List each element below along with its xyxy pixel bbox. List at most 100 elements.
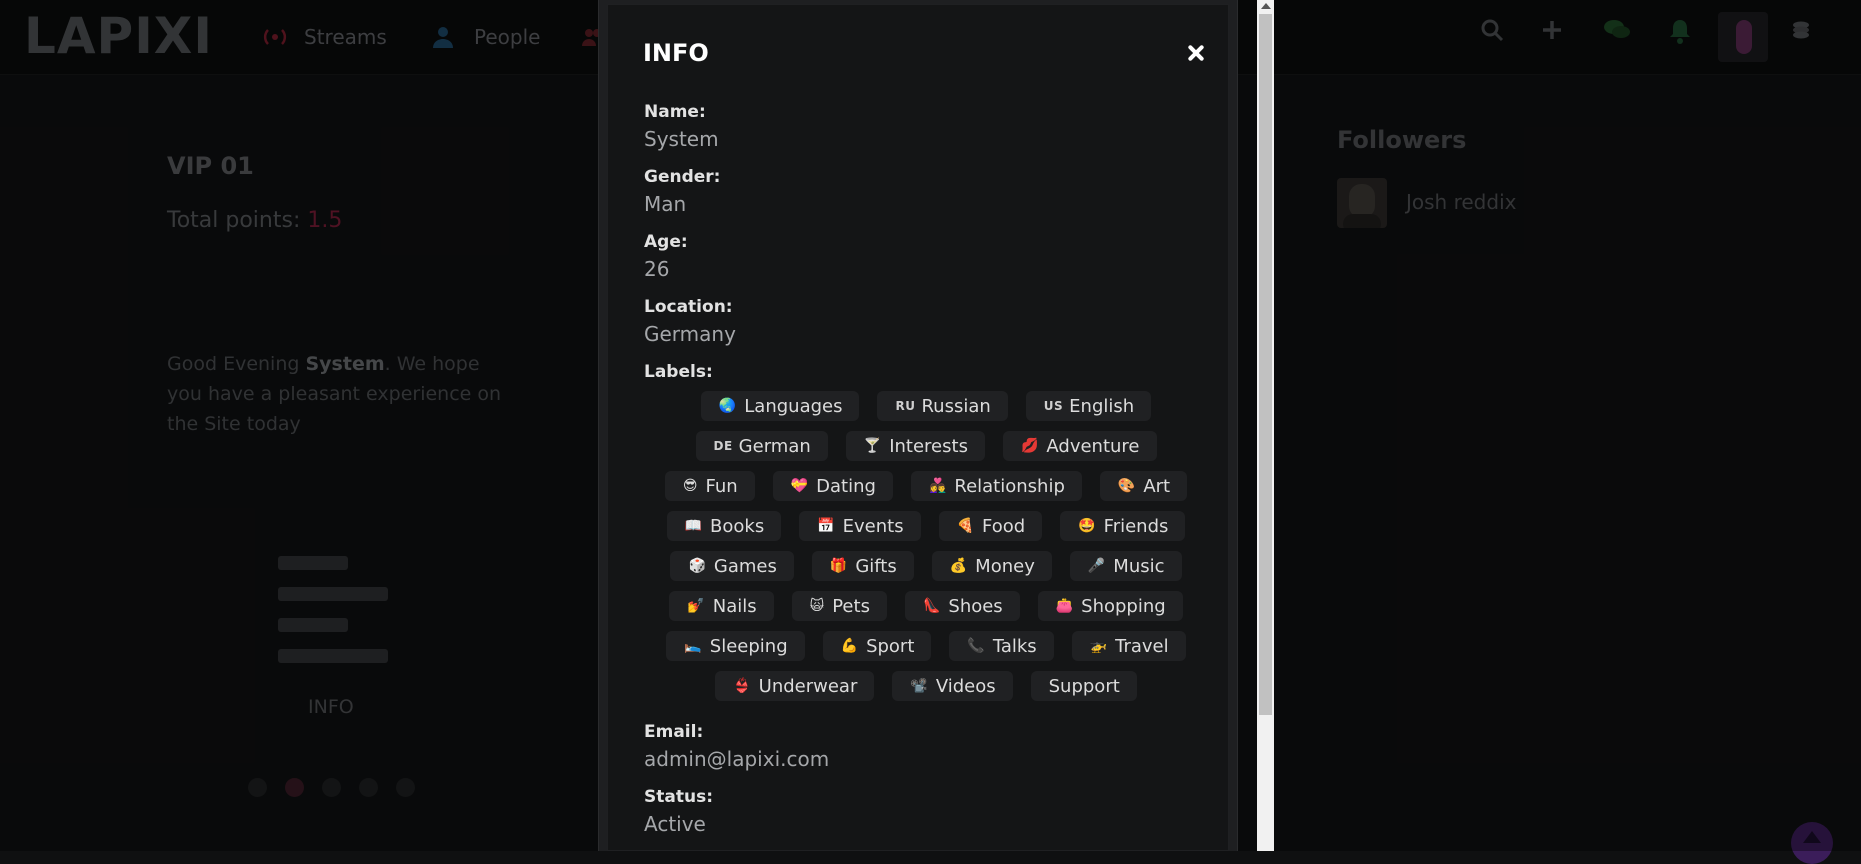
label-icon: 📅 [817, 518, 835, 534]
points-label: Total points: [167, 208, 301, 233]
field-label: Name: [644, 102, 706, 122]
label-icon: 🤩 [1078, 518, 1096, 534]
profile-avatar[interactable] [1718, 12, 1768, 62]
label-chip[interactable]: 😎 Fun [664, 471, 755, 501]
label-chip[interactable]: 🍸 Interests [845, 431, 985, 461]
label-chip[interactable]: 💪 Sport [822, 631, 932, 661]
carousel-dot[interactable] [396, 778, 415, 797]
label-icon: 📽️ [910, 678, 928, 694]
label-icon: 🎨 [1117, 478, 1136, 494]
label-icon: 👛 [1055, 598, 1074, 614]
label-text: Travel [1115, 635, 1169, 657]
label-chip[interactable]: 📞 Talks [949, 631, 1054, 661]
chat-icon[interactable] [1603, 18, 1631, 46]
follower-avatar[interactable] [1337, 178, 1387, 228]
label-chip[interactable]: 🎁 Gifts [811, 551, 914, 581]
label-chip[interactable]: RU Russian [877, 391, 1008, 421]
label-icon: 🎁 [829, 558, 848, 574]
carousel-dot[interactable] [359, 778, 378, 797]
label-icon: 👩‍❤️‍👨 [928, 478, 947, 494]
label-chip[interactable]: 💅 Nails [669, 591, 774, 621]
carousel-dot[interactable] [248, 778, 267, 797]
greeting-pre: Good Evening [167, 353, 306, 375]
carousel-dot-active[interactable] [285, 778, 304, 797]
label-text: Food [982, 515, 1026, 537]
label-icon: 💋 [1020, 438, 1039, 454]
label-chip[interactable]: US English [1025, 391, 1152, 421]
nav-streams[interactable]: Streams [262, 20, 387, 54]
label-text: Events [842, 515, 904, 537]
label-chip[interactable]: 📅 Events [799, 511, 921, 541]
label-icon: 🎲 [688, 558, 706, 574]
label-text: Videos [935, 675, 996, 697]
modal-title: INFO [643, 39, 709, 67]
label-text: Languages [744, 395, 843, 417]
greeting-text: Good Evening System. We hope you have a … [167, 349, 517, 439]
label-icon: 👠 [922, 598, 941, 614]
label-chip[interactable]: 👠 Shoes [904, 591, 1020, 621]
field-name: Name: System [644, 101, 719, 153]
label-chip[interactable]: 💋 Adventure [1002, 431, 1157, 461]
person-icon [432, 26, 458, 48]
label-text: English [1069, 395, 1135, 417]
page-scrollbar[interactable] [1257, 0, 1274, 851]
label-icon: 👙 [733, 678, 751, 694]
label-chip[interactable]: 🎲 Games [670, 551, 794, 581]
carousel-dot[interactable] [322, 778, 341, 797]
label-chip[interactable]: 📖 Books [666, 511, 782, 541]
label-text: Friends [1103, 515, 1169, 537]
label-chip[interactable]: 👩‍❤️‍👨 Relationship [910, 471, 1082, 501]
field-value: Active [644, 812, 706, 836]
scrollbar-thumb[interactable] [1259, 14, 1272, 715]
field-label: Age: [644, 232, 688, 252]
label-chip[interactable]: 💰 Money [931, 551, 1052, 581]
label-text: Gifts [855, 555, 897, 577]
coins-icon[interactable] [1789, 18, 1817, 46]
label-chip[interactable]: 🚁 Travel [1071, 631, 1186, 661]
info-menu-icon[interactable] [278, 556, 388, 680]
label-text: Dating [816, 475, 876, 497]
info-menu-label[interactable]: INFO [308, 696, 354, 718]
field-label: Gender: [644, 167, 721, 187]
label-chip[interactable]: 🤩 Friends [1060, 511, 1186, 541]
search-icon[interactable] [1480, 18, 1508, 46]
label-chip[interactable]: DE German [695, 431, 828, 461]
label-chip[interactable]: Support [1030, 671, 1137, 701]
label-icon: 🍕 [956, 518, 975, 534]
label-chip[interactable]: 👙 Underwear [715, 671, 875, 701]
total-points: Total points: 1.5 [167, 208, 342, 233]
scroll-to-top-button[interactable] [1791, 822, 1833, 864]
label-icon: 🙀 [809, 598, 825, 614]
field-label: Labels: [644, 362, 713, 382]
label-chip[interactable]: 🌏 Languages [700, 391, 860, 421]
label-text: Games [713, 555, 777, 577]
label-icon: 🚁 [1089, 638, 1108, 654]
label-chip[interactable]: 🍕 Food [938, 511, 1043, 541]
nav-people[interactable]: People [432, 20, 540, 54]
lapixi-logo[interactable]: LAPIXI [24, 8, 213, 64]
bell-icon[interactable] [1668, 18, 1696, 46]
close-button[interactable] [1184, 41, 1208, 65]
label-chip[interactable]: 📽️ Videos [892, 671, 1013, 701]
scroll-up-arrow-icon[interactable] [1261, 3, 1271, 9]
follower-name[interactable]: Josh reddix [1406, 190, 1516, 214]
label-chip[interactable]: 🎨 Art [1099, 471, 1188, 501]
label-icon: 💝 [790, 478, 809, 494]
label-text: Russian [921, 395, 991, 417]
label-chip[interactable]: 👛 Shopping [1037, 591, 1183, 621]
field-label: Email: [644, 722, 704, 742]
field-label: Status: [644, 787, 713, 807]
label-icon: 💰 [949, 558, 968, 574]
label-text: Pets [832, 595, 870, 617]
label-text: Underwear [758, 675, 858, 697]
label-text: Fun [705, 475, 738, 497]
field-gender: Gender: Man [644, 166, 720, 218]
label-text: Music [1113, 555, 1165, 577]
label-icon: 💅 [687, 598, 705, 614]
label-chip[interactable]: 💝 Dating [772, 471, 893, 501]
label-chip[interactable]: 🙀 Pets [791, 591, 887, 621]
label-text: Adventure [1046, 435, 1140, 457]
label-chip[interactable]: 🛌 Sleeping [666, 631, 805, 661]
plus-icon[interactable] [1540, 18, 1568, 46]
label-chip[interactable]: 🎤 Music [1069, 551, 1182, 581]
